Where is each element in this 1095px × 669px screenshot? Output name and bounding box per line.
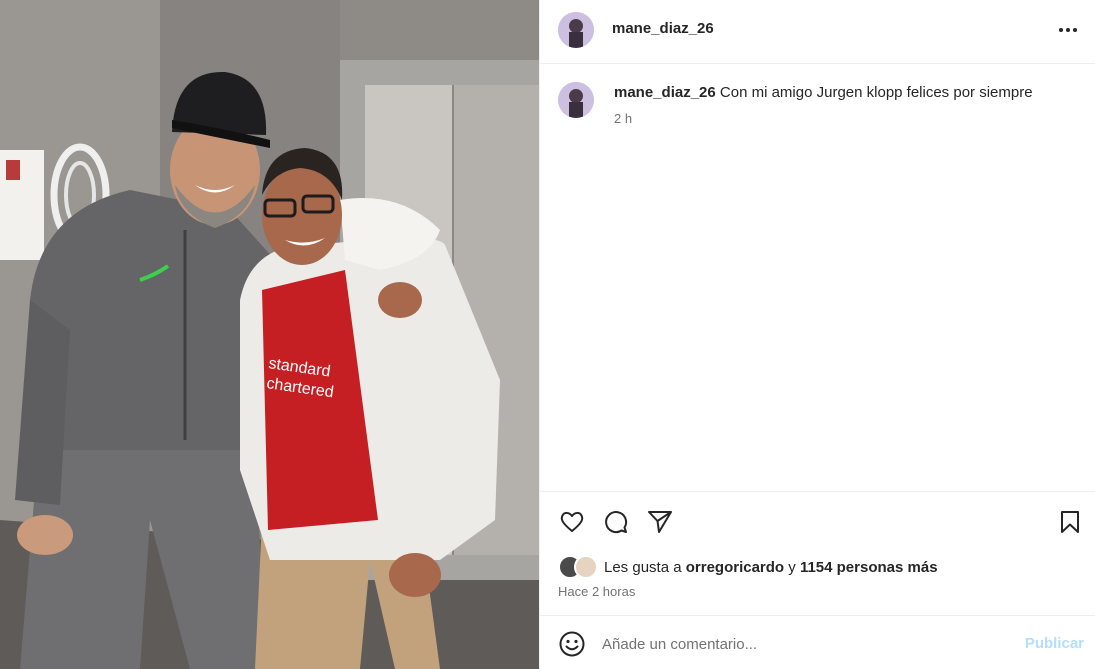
bookmark-icon[interactable] [1056,508,1084,536]
post-photo-illustration: standard chartered [0,0,539,669]
heart-icon-svg [560,511,584,532]
likes-user[interactable]: orregoricardo [686,559,784,576]
comment-bar: Publicar [540,615,1095,669]
more-dot [1066,28,1070,32]
comment-icon-svg [605,511,628,534]
author-avatar[interactable] [558,12,594,48]
emoji-icon[interactable] [558,630,586,658]
likes-prefix: Les gusta a [604,558,682,576]
caption-time[interactable]: 2 h [614,111,632,126]
liker-avatar [574,555,598,579]
heart-icon[interactable] [558,508,586,536]
post-actions [540,491,1095,551]
author-username[interactable]: mane_diaz_26 [612,20,714,37]
more-dot [1059,28,1063,32]
emoji-icon-svg [559,631,585,657]
post-header: mane_diaz_26 [540,0,1095,64]
comment-icon[interactable] [602,508,630,536]
likes-summary[interactable]: Les gusta a orregoricardo y 1154 persona… [558,553,938,581]
caption-text: Con mi amigo Jurgen klopp felices por si… [719,84,1033,101]
likes-connector: y [788,558,796,576]
send-icon-svg [648,511,672,533]
likes-others[interactable]: 1154 personas más [800,559,938,576]
posted-ago[interactable]: Hace 2 horas [558,584,635,599]
caption-author-avatar[interactable] [558,82,594,118]
instagram-post: standard chartered mane_diaz_26 mane_dia… [0,0,1095,669]
post-photo[interactable]: standard chartered [0,0,539,669]
comment-input[interactable] [602,630,1002,658]
caption-line: mane_diaz_26 Con mi amigo Jurgen klopp f… [614,84,1084,101]
likers-avatars [558,555,598,579]
more-horizontal-icon[interactable] [1056,18,1080,42]
publish-button[interactable]: Publicar [1025,635,1084,652]
bookmark-icon-svg [1061,511,1079,533]
send-icon[interactable] [646,508,674,536]
avatar-image [558,12,594,48]
avatar-image [558,82,594,118]
more-dot [1073,28,1077,32]
caption-username[interactable]: mane_diaz_26 [614,84,716,101]
post-details-panel: mane_diaz_26 mane_diaz_26 Con mi amigo J… [539,0,1095,669]
